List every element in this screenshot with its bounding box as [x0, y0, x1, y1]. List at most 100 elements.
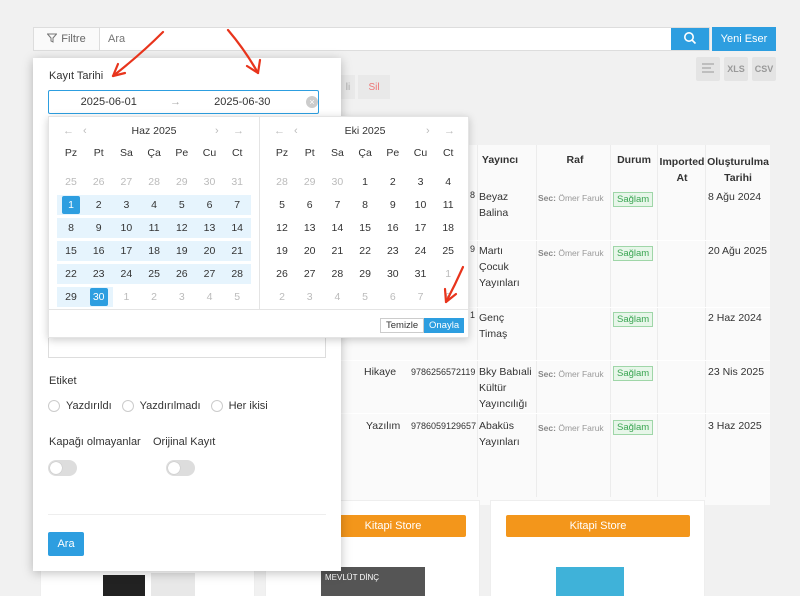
calendar-day[interactable]: 26 [167, 264, 196, 284]
calendar-day[interactable]: 18 [434, 218, 462, 238]
calendar-day[interactable]: 1 [434, 264, 462, 284]
calendar-day[interactable]: 30 [323, 172, 351, 192]
date-to[interactable]: 2025-06-30 [183, 96, 303, 108]
confirm-button[interactable]: Onayla [424, 318, 465, 333]
calendar-day[interactable]: 7 [407, 287, 435, 307]
calendar-day[interactable]: 26 [85, 172, 113, 192]
header-durum[interactable]: Durum [611, 152, 657, 168]
store-button[interactable]: Kitapi Store [320, 515, 466, 537]
header-imported-at[interactable]: Imported At [659, 154, 705, 186]
partial-button[interactable]: li [341, 75, 355, 99]
search-button[interactable] [671, 28, 709, 50]
calendar-day[interactable]: 27 [112, 172, 140, 192]
calendar-day[interactable]: 19 [167, 241, 196, 261]
calendar-day[interactable]: 27 [195, 264, 224, 284]
radio-yazdirilmadi[interactable] [121, 400, 134, 412]
calendar-day[interactable]: 2 [140, 287, 168, 307]
header-raf[interactable]: Raf [550, 152, 600, 168]
radio-yazdirildi[interactable] [48, 400, 60, 412]
calendar-day[interactable]: 20 [296, 241, 324, 261]
delete-button[interactable]: Sil [358, 75, 390, 99]
next-month-icon[interactable]: › [215, 125, 219, 137]
calendar-day[interactable]: 2 [379, 172, 407, 192]
header-created-at[interactable]: Oluşturulma Tarihi [706, 154, 770, 186]
calendar-day[interactable]: 27 [296, 264, 324, 284]
calendar-day[interactable]: 5 [223, 287, 251, 307]
calendar-day[interactable]: 13 [195, 218, 224, 238]
xls-export-button[interactable]: XLS [724, 57, 748, 81]
calendar-day[interactable]: 29 [351, 264, 379, 284]
search-input[interactable] [100, 28, 671, 50]
calendar-day[interactable]: 21 [323, 241, 351, 261]
calendar-day[interactable]: 5 [268, 195, 296, 215]
calendar-day[interactable]: 16 [84, 241, 113, 261]
calendar-day[interactable]: 14 [223, 218, 252, 238]
header-yayinci[interactable]: Yayıncı [480, 152, 520, 168]
calendar-day[interactable]: 21 [223, 241, 252, 261]
date-from[interactable]: 2025-06-01 [49, 96, 169, 108]
calendar-day[interactable]: 25 [434, 241, 462, 261]
calendar-day[interactable]: 1 [351, 172, 379, 192]
calendar-day[interactable]: 30 [84, 287, 113, 307]
calendar-day[interactable]: 23 [379, 241, 407, 261]
calendar-day[interactable]: 8 [351, 195, 379, 215]
clear-icon[interactable]: × [306, 96, 318, 108]
csv-export-button[interactable]: CSV [752, 57, 776, 81]
columns-toggle-button[interactable] [696, 57, 720, 81]
calendar-day[interactable]: 30 [379, 264, 407, 284]
calendar-day[interactable]: 31 [223, 172, 251, 192]
calendar-day[interactable]: 18 [140, 241, 169, 261]
orijinal-toggle[interactable] [166, 460, 195, 476]
calendar-day[interactable]: 25 [57, 172, 85, 192]
calendar-day[interactable]: 22 [351, 241, 379, 261]
kapak-toggle[interactable] [48, 460, 77, 476]
calendar-day[interactable]: 3 [112, 195, 141, 215]
calendar-day[interactable]: 24 [112, 264, 141, 284]
calendar-day[interactable]: 14 [323, 218, 351, 238]
clear-button[interactable]: Temizle [380, 318, 425, 333]
calendar-day[interactable]: 24 [407, 241, 435, 261]
calendar-day[interactable]: 4 [434, 172, 462, 192]
calendar-day[interactable]: 2 [268, 287, 296, 307]
calendar-day[interactable]: 17 [407, 218, 435, 238]
calendar-day[interactable]: 3 [168, 287, 196, 307]
calendar-day[interactable]: 20 [195, 241, 224, 261]
radio-her-ikisi[interactable] [210, 400, 223, 412]
calendar-title[interactable]: Haz 2025 [49, 125, 259, 137]
calendar-day[interactable]: 6 [379, 287, 407, 307]
calendar-day[interactable]: 6 [296, 195, 324, 215]
calendar-day[interactable]: 29 [57, 287, 85, 307]
calendar-day[interactable]: 4 [196, 287, 224, 307]
calendar-day[interactable]: 7 [323, 195, 351, 215]
search-submit-button[interactable]: Ara [48, 532, 84, 556]
calendar-day[interactable]: 9 [84, 218, 113, 238]
calendar-day[interactable]: 29 [168, 172, 196, 192]
next-month-icon[interactable]: › [426, 125, 430, 137]
calendar-day[interactable]: 16 [379, 218, 407, 238]
calendar-day[interactable]: 3 [296, 287, 324, 307]
next-year-icon[interactable]: → [233, 125, 244, 137]
calendar-day[interactable]: 25 [140, 264, 169, 284]
calendar-day[interactable]: 1 [112, 287, 140, 307]
next-year-icon[interactable]: → [444, 125, 455, 137]
calendar-day[interactable]: 19 [268, 241, 296, 261]
calendar-day[interactable]: 29 [296, 172, 324, 192]
calendar-day[interactable]: 5 [351, 287, 379, 307]
calendar-day[interactable]: 4 [140, 195, 169, 215]
date-range-input[interactable]: 2025-06-01 → 2025-06-30 × [48, 90, 319, 114]
calendar-day[interactable]: 5 [167, 195, 196, 215]
calendar-day[interactable]: 28 [223, 264, 252, 284]
calendar-day[interactable]: 7 [223, 195, 252, 215]
calendar-day[interactable]: 12 [167, 218, 196, 238]
book-card[interactable]: Kitapi Store [490, 500, 705, 596]
calendar-day[interactable]: 8 [434, 287, 462, 307]
calendar-day[interactable]: 23 [84, 264, 113, 284]
calendar-day[interactable]: 4 [323, 287, 351, 307]
calendar-day[interactable]: 17 [112, 241, 141, 261]
calendar-day[interactable]: 28 [140, 172, 168, 192]
calendar-day[interactable]: 2 [84, 195, 113, 215]
calendar-day[interactable]: 26 [268, 264, 296, 284]
calendar-day[interactable]: 10 [407, 195, 435, 215]
calendar-day[interactable]: 6 [195, 195, 224, 215]
calendar-day[interactable]: 8 [57, 218, 85, 238]
